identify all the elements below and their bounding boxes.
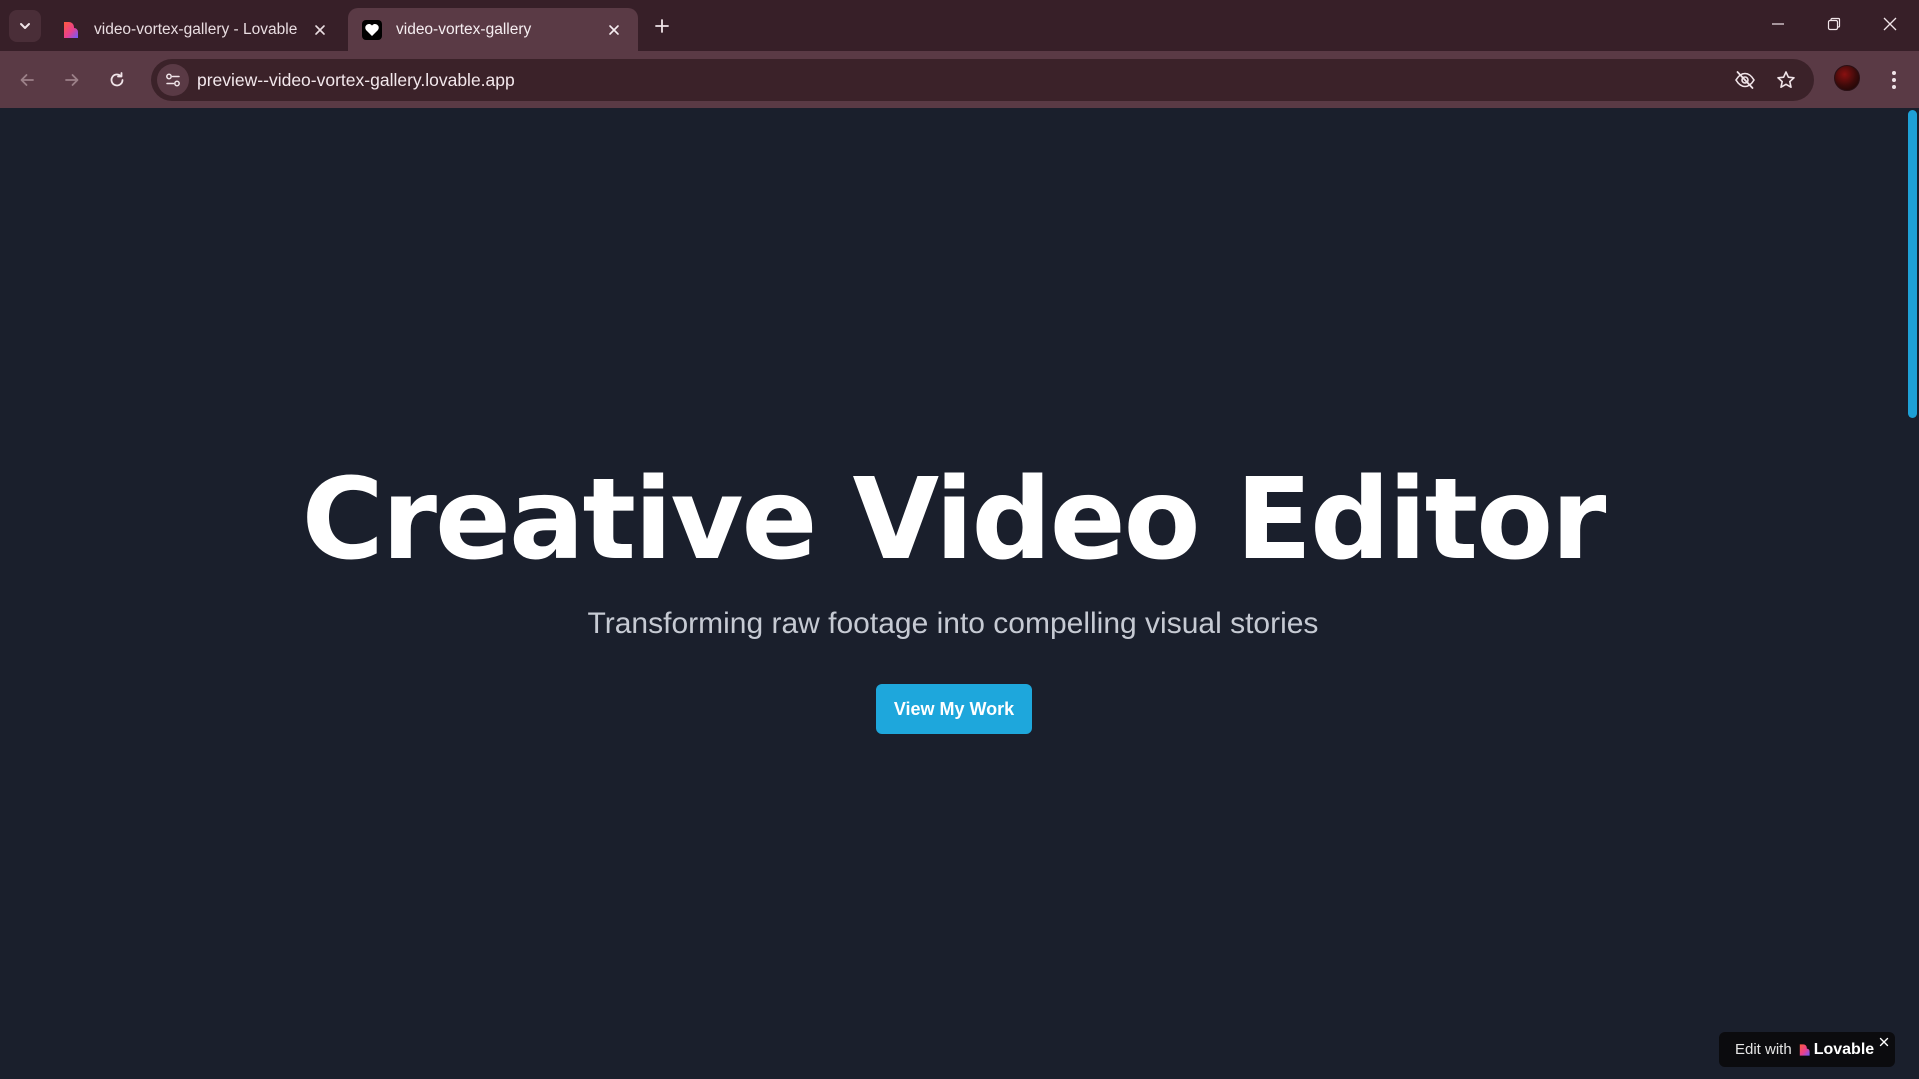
reload-button[interactable] xyxy=(100,63,134,97)
hero-title: Creative Video Editor xyxy=(301,455,1607,585)
back-button[interactable] xyxy=(10,63,44,97)
arrow-left-icon xyxy=(20,74,34,86)
restore-icon xyxy=(1827,17,1841,31)
white-heart-icon xyxy=(362,19,382,40)
forward-button[interactable] xyxy=(55,63,89,97)
tab-lovable-editor[interactable]: video-vortex-gallery - Lovable xyxy=(46,8,344,51)
close-icon xyxy=(1879,1037,1889,1047)
tab-title: video-vortex-gallery - Lovable xyxy=(94,20,298,38)
badge-brand-label: Lovable xyxy=(1813,1040,1875,1058)
restore-button[interactable] xyxy=(1806,0,1862,48)
tab-video-vortex-gallery[interactable]: video-vortex-gallery xyxy=(348,8,638,51)
bookmark-button[interactable] xyxy=(1770,64,1802,96)
lovable-heart-icon xyxy=(1797,1043,1811,1057)
tab-strip: video-vortex-gallery - Lovable video-vor… xyxy=(0,0,1919,51)
view-my-work-button[interactable]: View My Work xyxy=(876,684,1032,734)
site-info-button[interactable] xyxy=(157,64,189,96)
address-bar[interactable]: preview--video-vortex-gallery.lovable.ap… xyxy=(151,59,1814,101)
new-tab-button[interactable] xyxy=(648,12,676,40)
close-window-button[interactable] xyxy=(1862,0,1918,48)
close-badge-button[interactable] xyxy=(1876,1034,1892,1050)
scrollbar-thumb[interactable] xyxy=(1908,110,1917,418)
close-icon xyxy=(1883,17,1897,31)
kebab-menu-icon xyxy=(1892,71,1896,89)
close-tab-icon[interactable] xyxy=(602,18,626,42)
minimize-button[interactable] xyxy=(1750,0,1806,48)
star-icon xyxy=(1777,71,1795,88)
lovable-heart-icon xyxy=(60,20,80,40)
tune-icon xyxy=(166,73,180,87)
chevron-down-icon xyxy=(20,23,30,29)
url-text: preview--video-vortex-gallery.lovable.ap… xyxy=(197,70,515,90)
minimize-icon xyxy=(1772,23,1784,25)
browser-menu-button[interactable] xyxy=(1877,63,1911,97)
hero-subtitle: Transforming raw footage into compelling… xyxy=(587,607,1319,640)
tracking-protection-button[interactable] xyxy=(1729,64,1761,96)
edit-with-lovable-badge[interactable]: Edit with Lovable xyxy=(1719,1032,1895,1067)
browser-toolbar: preview--video-vortex-gallery.lovable.ap… xyxy=(0,51,1919,108)
profile-avatar[interactable] xyxy=(1834,65,1860,91)
plus-icon xyxy=(655,19,669,33)
tab-search-button[interactable] xyxy=(9,10,41,42)
arrow-right-icon xyxy=(65,74,79,86)
tab-title: video-vortex-gallery xyxy=(396,20,532,38)
badge-edit-label: Edit with xyxy=(1735,1041,1792,1058)
close-tab-icon[interactable] xyxy=(308,18,332,42)
eye-off-icon xyxy=(1735,71,1755,89)
reload-icon xyxy=(110,72,124,87)
